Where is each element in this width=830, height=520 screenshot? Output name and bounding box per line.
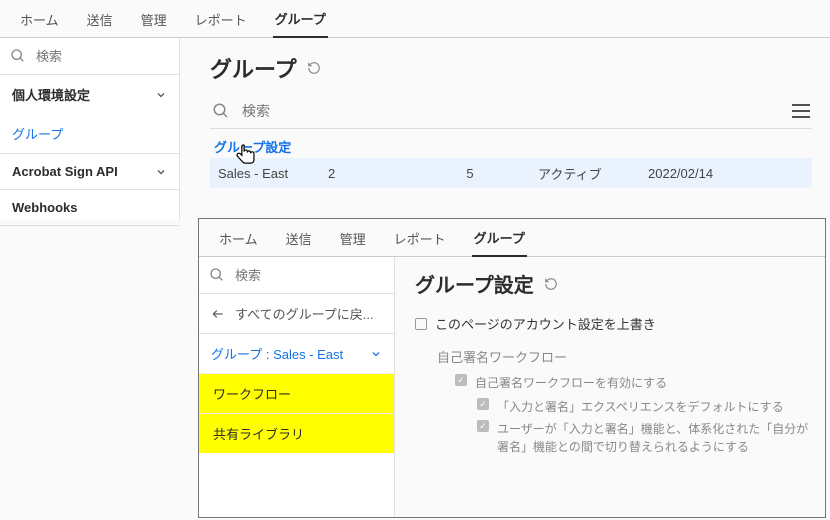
- top-tab-strip: ホーム 送信 管理 レポート グループ: [0, 0, 830, 38]
- search-icon: [209, 267, 225, 283]
- group-selector-label: グループ : Sales - East: [211, 344, 343, 363]
- group-selector[interactable]: グループ : Sales - East: [199, 334, 394, 373]
- back-label: すべてのグループに戻...: [235, 304, 374, 323]
- search-icon: [10, 48, 26, 64]
- sidebar-item-label: グループ: [12, 124, 63, 143]
- search-icon: [212, 102, 230, 120]
- tab-reports[interactable]: レポート: [193, 0, 249, 37]
- tab-groups[interactable]: グループ: [273, 0, 328, 38]
- inset-window: ホーム 送信 管理 レポート グループ すべてのグループに戻... グループ :…: [198, 218, 826, 518]
- group-search-input[interactable]: [240, 102, 440, 120]
- cell-col-b: 5: [410, 166, 530, 181]
- opt-enable-self-sign[interactable]: 自己署名ワークフローを有効にする: [455, 374, 809, 392]
- cell-group-name: Sales - East: [210, 166, 320, 181]
- sidebar-search-input[interactable]: [34, 48, 169, 65]
- refresh-icon[interactable]: [307, 61, 321, 75]
- sidebar-search[interactable]: [0, 38, 179, 74]
- sidebar-item-groups[interactable]: グループ: [0, 114, 179, 153]
- cell-col-a: 2: [320, 166, 410, 181]
- tab-send[interactable]: 送信: [85, 0, 115, 37]
- sidebar-item-api[interactable]: Acrobat Sign API: [0, 154, 179, 189]
- sidebar-item-label: 個人環境設定: [12, 85, 90, 104]
- inset-search-input[interactable]: [233, 267, 384, 284]
- group-search-bar: [210, 96, 812, 129]
- sidebar-item-label: Acrobat Sign API: [12, 164, 118, 179]
- opt-label: 「入力と署名」エクスペリエンスをデフォルトにする: [497, 398, 784, 416]
- inset-sidebar-search[interactable]: [199, 257, 394, 293]
- sidebar-item-shared-library[interactable]: 共有ライブラリ: [199, 413, 394, 453]
- chevron-down-icon: [155, 166, 167, 178]
- tab-manage[interactable]: 管理: [139, 0, 169, 37]
- back-to-all-groups[interactable]: すべてのグループに戻...: [199, 294, 394, 333]
- checkbox-icon: [477, 398, 489, 410]
- opt-label: 自己署名ワークフローを有効にする: [475, 374, 667, 392]
- cell-status: アクティブ: [530, 164, 640, 183]
- opt-default-fill-sign[interactable]: 「入力と署名」エクスペリエンスをデフォルトにする: [477, 398, 809, 416]
- menu-icon[interactable]: [792, 104, 810, 118]
- inset-sidebar: すべてのグループに戻... グループ : Sales - East ワークフロー…: [199, 257, 395, 517]
- sidebar-item-webhooks[interactable]: Webhooks: [0, 190, 179, 225]
- inset-tab-strip: ホーム 送信 管理 レポート グループ: [199, 219, 825, 257]
- tab-home[interactable]: ホーム: [18, 0, 61, 37]
- checkbox-icon: [477, 420, 489, 432]
- top-sidebar: 個人環境設定 グループ Acrobat Sign API Webhooks: [0, 38, 180, 220]
- cell-date: 2022/02/14: [640, 166, 750, 181]
- group-table-row[interactable]: Sales - East 2 5 アクティブ 2022/02/14: [210, 158, 812, 188]
- sidebar-item-workflows[interactable]: ワークフロー: [199, 373, 394, 413]
- inset-main: グループ設定 このページのアカウント設定を上書き 自己署名ワークフロー 自己署名…: [395, 257, 825, 517]
- group-settings-link[interactable]: グループ設定: [214, 140, 291, 155]
- chevron-down-icon: [370, 348, 382, 360]
- inset-title-text: グループ設定: [415, 269, 534, 298]
- tab-manage[interactable]: 管理: [338, 219, 368, 256]
- tab-groups[interactable]: グループ: [472, 218, 527, 257]
- tab-reports[interactable]: レポート: [392, 219, 448, 256]
- refresh-icon[interactable]: [544, 277, 558, 291]
- sidebar-item-label: Webhooks: [12, 200, 78, 215]
- page-title: グループ: [210, 52, 812, 84]
- override-label: このページのアカウント設定を上書き: [435, 314, 656, 333]
- tab-send[interactable]: 送信: [284, 219, 314, 256]
- page-title-text: グループ: [210, 52, 297, 84]
- section-self-sign-workflow: 自己署名ワークフロー: [437, 347, 809, 366]
- top-main: グループ グループ設定 Sales - East 2 5 アクティブ 2022/…: [180, 38, 830, 220]
- override-account-settings[interactable]: このページのアカウント設定を上書き: [415, 314, 809, 333]
- inset-page-title: グループ設定: [415, 269, 809, 298]
- checkbox-icon: [415, 318, 427, 330]
- chevron-down-icon: [155, 89, 167, 101]
- checkbox-icon: [455, 374, 467, 386]
- arrow-left-icon: [211, 307, 225, 321]
- sidebar-item-personal-settings[interactable]: 個人環境設定: [0, 75, 179, 114]
- opt-label: ユーザーが「入力と署名」機能と、体系化された「自分が署名」機能との間で切り替えら…: [497, 420, 809, 456]
- tab-home[interactable]: ホーム: [217, 219, 260, 256]
- opt-allow-switch[interactable]: ユーザーが「入力と署名」機能と、体系化された「自分が署名」機能との間で切り替えら…: [477, 420, 809, 456]
